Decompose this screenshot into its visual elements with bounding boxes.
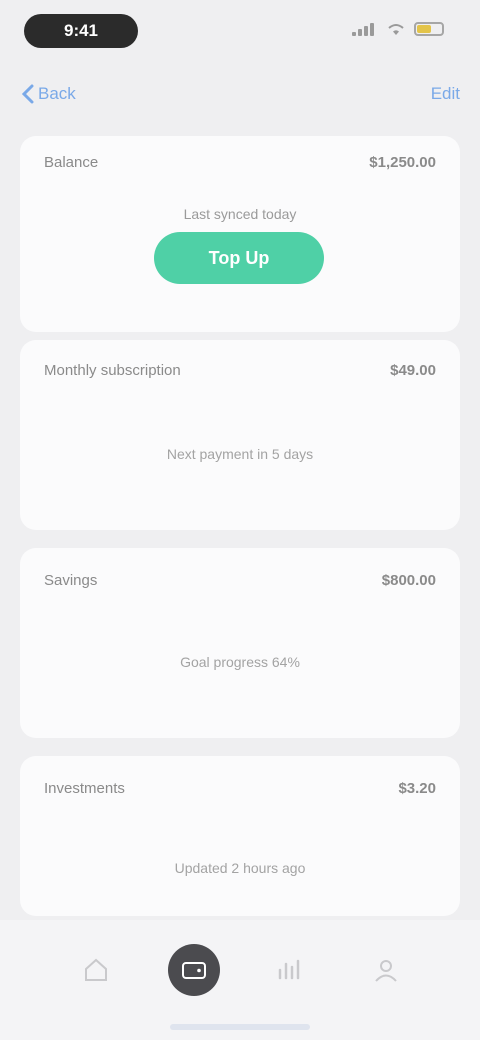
subscription-card[interactable]: Monthly subscription $49.00 Next payment… bbox=[20, 340, 460, 530]
edit-button[interactable]: Edit bbox=[431, 84, 460, 104]
home-indicator bbox=[170, 1024, 310, 1030]
tab-profile[interactable] bbox=[356, 940, 416, 1000]
card-subtitle: Updated 2 hours ago bbox=[174, 860, 306, 876]
summary-value: $1,250.00 bbox=[369, 154, 436, 171]
status-time: 9:41 bbox=[24, 14, 138, 48]
card-label: Monthly subscription bbox=[44, 362, 181, 379]
card-value: $3.20 bbox=[398, 780, 436, 797]
chevron-left-icon bbox=[22, 84, 34, 104]
investments-card[interactable]: Investments $3.20 Updated 2 hours ago bbox=[20, 756, 460, 916]
top-up-button[interactable]: Top Up bbox=[154, 232, 324, 284]
summary-caption: Last synced today bbox=[183, 206, 297, 222]
card-value: $800.00 bbox=[381, 572, 436, 589]
wallet-icon bbox=[182, 962, 206, 979]
summary-row: Balance $1,250.00 bbox=[44, 154, 436, 171]
status-bar: 9:41 bbox=[0, 0, 480, 64]
tab-bar bbox=[0, 920, 480, 1040]
summary-label: Balance bbox=[44, 154, 99, 171]
person-icon bbox=[375, 960, 397, 982]
tab-wallet[interactable] bbox=[164, 940, 224, 1000]
card-subtitle: Goal progress 64% bbox=[180, 654, 300, 670]
back-button[interactable]: Back bbox=[22, 84, 76, 104]
navigation-bar: Back Edit bbox=[0, 72, 480, 120]
back-label: Back bbox=[38, 84, 76, 103]
summary-card: Balance $1,250.00 Last synced today Top … bbox=[20, 136, 460, 332]
signal-icon bbox=[352, 22, 378, 36]
chart-icon bbox=[278, 959, 300, 980]
card-subtitle: Next payment in 5 days bbox=[166, 446, 314, 462]
tab-stats[interactable] bbox=[258, 940, 318, 1000]
tab-home[interactable] bbox=[66, 940, 126, 1000]
active-tab-indicator bbox=[168, 944, 220, 996]
status-icons bbox=[352, 22, 444, 36]
card-row: Investments $3.20 bbox=[44, 780, 436, 797]
app-screen: 9:41 Back Edit Balance $1,250.00 Last sy… bbox=[0, 0, 480, 1040]
card-row: Monthly subscription $49.00 bbox=[44, 362, 436, 379]
wifi-icon bbox=[388, 24, 404, 35]
home-icon bbox=[85, 958, 107, 981]
card-row: Savings $800.00 bbox=[44, 572, 436, 589]
card-label: Investments bbox=[44, 780, 125, 797]
battery-icon bbox=[414, 22, 444, 36]
card-value: $49.00 bbox=[390, 362, 436, 379]
savings-card[interactable]: Savings $800.00 Goal progress 64% bbox=[20, 548, 460, 738]
card-label: Savings bbox=[44, 572, 98, 589]
